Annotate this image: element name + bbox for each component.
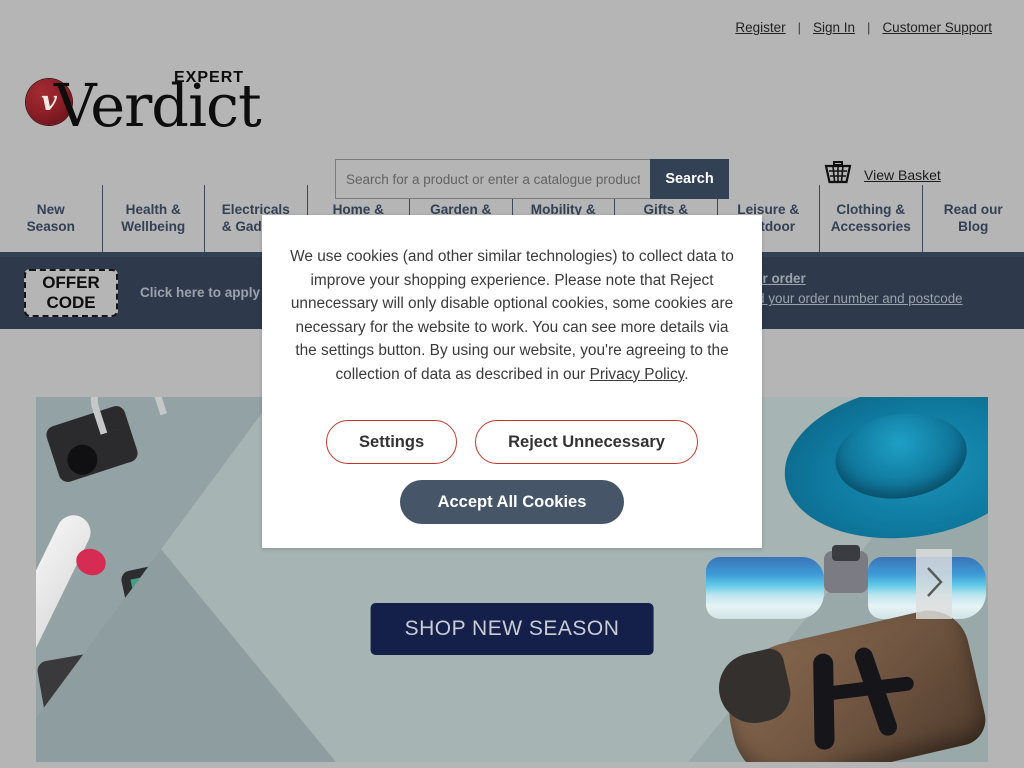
nav-item-health-wellbeing[interactable]: Health & Wellbeing <box>101 185 205 252</box>
nav-item-clothing-accessories[interactable]: Clothing & Accessories <box>819 185 922 252</box>
cookie-accept-all-button[interactable]: Accept All Cookies <box>399 480 625 525</box>
site-header: v Verdict EXPERT Search View Basket <box>0 55 1024 199</box>
search-input[interactable] <box>335 159 650 199</box>
cookie-settings-button[interactable]: Settings <box>326 420 458 465</box>
walking-sandal-image <box>715 602 988 762</box>
offer-code-line-1: OFFER <box>42 272 100 292</box>
search-bar: Search <box>335 159 729 199</box>
privacy-policy-link[interactable]: Privacy Policy <box>590 366 685 383</box>
sign-in-link[interactable]: Sign In <box>813 20 855 35</box>
cookie-primary-action: Accept All Cookies <box>284 480 740 525</box>
cookie-consent-dialog: We use cookies (and other similar techno… <box>262 215 762 549</box>
shop-new-season-button[interactable]: SHOP NEW SEASON <box>370 603 654 655</box>
cookie-consent-text: We use cookies (and other similar techno… <box>284 245 740 386</box>
customer-support-link[interactable]: Customer Support <box>882 20 992 35</box>
basket-icon <box>824 159 852 190</box>
view-basket-link[interactable]: View Basket <box>824 159 941 190</box>
offer-code-badge[interactable]: OFFER CODE <box>24 269 118 317</box>
cookie-text-part-1: We use cookies (and other similar techno… <box>290 248 734 383</box>
carousel-next-button[interactable] <box>916 549 952 619</box>
utility-separator-1: | <box>797 20 802 35</box>
cookie-text-part-2: . <box>684 365 689 383</box>
padlock-image <box>44 403 140 485</box>
sandal-strap-a <box>813 653 835 750</box>
chevron-right-icon <box>923 565 945 604</box>
logo-kicker: EXPERT <box>174 69 245 86</box>
cookie-secondary-actions: Settings Reject Unnecessary <box>284 420 740 465</box>
padlock-button-icon <box>63 440 102 479</box>
search-button[interactable]: Search <box>650 159 729 199</box>
nav-item-read-our-blog[interactable]: Read our Blog <box>921 185 1024 252</box>
offer-code-line-2: CODE <box>46 293 96 312</box>
basket-label: View Basket <box>864 166 941 183</box>
utility-bar: Register | Sign In | Customer Support <box>0 0 1024 55</box>
cookie-reject-button[interactable]: Reject Unnecessary <box>475 420 698 465</box>
site-logo[interactable]: v Verdict EXPERT <box>26 67 272 135</box>
nav-item-new-season[interactable]: New Season <box>0 185 102 252</box>
sunglasses-left-lens <box>706 557 824 619</box>
sunglasses-bridge <box>824 545 868 593</box>
utility-separator-2: | <box>867 20 871 35</box>
register-link[interactable]: Register <box>735 20 785 35</box>
